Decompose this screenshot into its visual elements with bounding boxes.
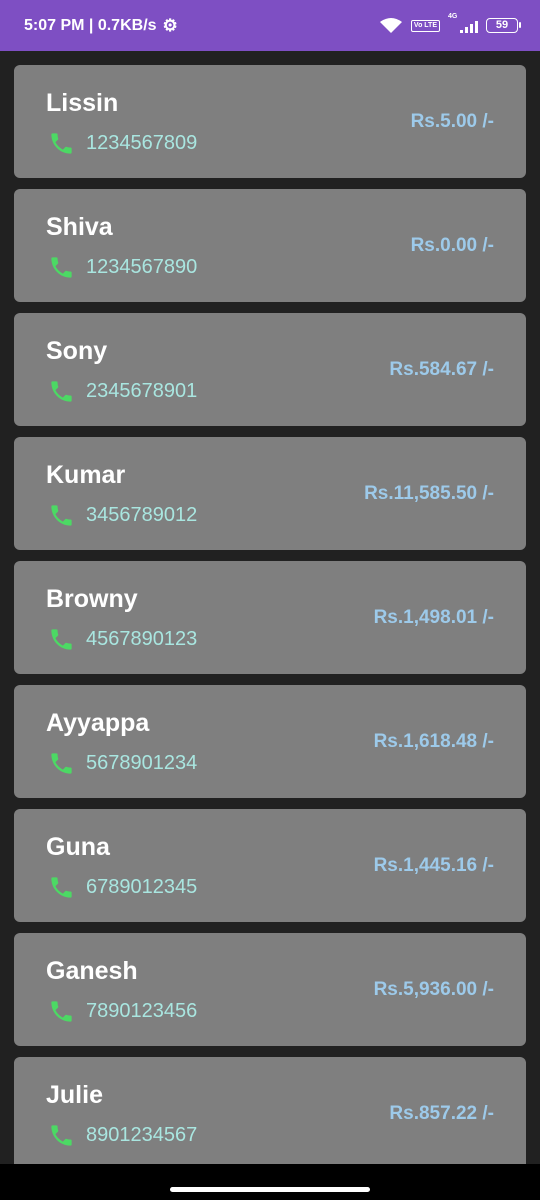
phone-number: 1234567890 [86, 256, 198, 278]
contact-name: Browny [46, 585, 138, 613]
phone-icon [51, 1001, 72, 1022]
status-left: 5:07 PM | 0.7KB/s ⚙ [24, 16, 178, 36]
phone-number: 2345678901 [86, 380, 198, 402]
phone-number: 5678901234 [86, 752, 198, 774]
phone-number: 7890123456 [86, 1000, 198, 1022]
phone-row[interactable]: 3456789012 [48, 502, 197, 529]
phone-number: 4567890123 [86, 628, 198, 650]
contact-name: Sony [46, 337, 108, 365]
time-network-speed: 5:07 PM | 0.7KB/s [24, 16, 157, 34]
contact-name: Kumar [46, 461, 126, 489]
phone-number: 3456789012 [86, 504, 198, 526]
balance-amount: Rs.11,585.50 /- [364, 483, 494, 504]
contact-card[interactable]: Ganesh 7890123456 Rs.5,936.00 /- [14, 933, 526, 1046]
phone-icon [51, 257, 72, 278]
phone-row[interactable]: 1234567809 [48, 130, 197, 157]
phone-row[interactable]: 1234567890 [48, 254, 197, 281]
phone-row[interactable]: 6789012345 [48, 874, 197, 901]
contact-card[interactable]: Kumar 3456789012 Rs.11,585.50 /- [14, 437, 526, 550]
contact-name: Guna [46, 833, 110, 861]
contact-card[interactable]: Sony 2345678901 Rs.584.67 /- [14, 313, 526, 426]
balance-amount: Rs.857.22 /- [389, 1103, 494, 1124]
phone-icon [51, 1125, 72, 1146]
contact-name: Lissin [46, 89, 119, 117]
phone-number: 6789012345 [86, 876, 198, 898]
phone-icon [51, 381, 72, 402]
phone-row[interactable]: 2345678901 [48, 378, 197, 405]
phone-row[interactable]: 5678901234 [48, 750, 197, 777]
contact-name: Ayyappa [46, 709, 150, 737]
balance-amount: Rs.5.00 /- [410, 111, 494, 132]
balance-amount: Rs.1,618.48 /- [373, 731, 494, 752]
battery-icon: 59 [486, 18, 521, 33]
gear-icon: ⚙ [162, 15, 178, 35]
volte-icon: Vo LTE [410, 19, 440, 32]
phone-row[interactable]: 8901234567 [48, 1122, 197, 1149]
home-indicator[interactable] [170, 1187, 370, 1192]
contact-card[interactable]: Guna 6789012345 Rs.1,445.16 /- [14, 809, 526, 922]
balance-amount: Rs.1,445.16 /- [373, 855, 494, 876]
phone-icon [51, 505, 72, 526]
battery-level: 59 [495, 19, 509, 31]
phone-row[interactable]: 4567890123 [48, 626, 197, 653]
phone-icon [51, 629, 72, 650]
balance-amount: Rs.0.00 /- [410, 235, 494, 256]
signal-icon: 4G [448, 13, 478, 33]
contact-card[interactable]: Shiva 1234567890 Rs.0.00 /- [14, 189, 526, 302]
network-type-label: 4G [448, 12, 458, 20]
phone-icon [51, 877, 72, 898]
status-right: Vo LTE 4G 59 [379, 13, 521, 34]
wifi-icon [379, 17, 402, 33]
balance-amount: Rs.5,936.00 /- [373, 979, 494, 1000]
phone-icon [51, 753, 72, 774]
balance-amount: Rs.1,498.01 /- [373, 607, 494, 628]
contact-card[interactable]: Lissin 1234567809 Rs.5.00 /- [14, 65, 526, 178]
phone-number: 1234567809 [86, 132, 198, 154]
status-bar: 5:07 PM | 0.7KB/s ⚙ Vo LTE 4G 59 [0, 0, 540, 51]
contact-card[interactable]: Julie 8901234567 Rs.857.22 /- [14, 1057, 526, 1170]
contact-name: Ganesh [46, 957, 138, 985]
balance-amount: Rs.584.67 /- [389, 359, 494, 380]
phone-icon [51, 133, 72, 154]
phone-number: 8901234567 [86, 1124, 198, 1146]
contact-name: Julie [46, 1081, 103, 1109]
phone-row[interactable]: 7890123456 [48, 998, 197, 1025]
navigation-bar [0, 1164, 540, 1200]
contact-list: Lissin 1234567809 Rs.5.00 /- Shiva 123456789… [14, 65, 526, 1181]
contact-card[interactable]: Ayyappa 5678901234 Rs.1,618.48 /- [14, 685, 526, 798]
contact-name: Shiva [46, 213, 113, 241]
contact-card[interactable]: Browny 4567890123 Rs.1,498.01 /- [14, 561, 526, 674]
